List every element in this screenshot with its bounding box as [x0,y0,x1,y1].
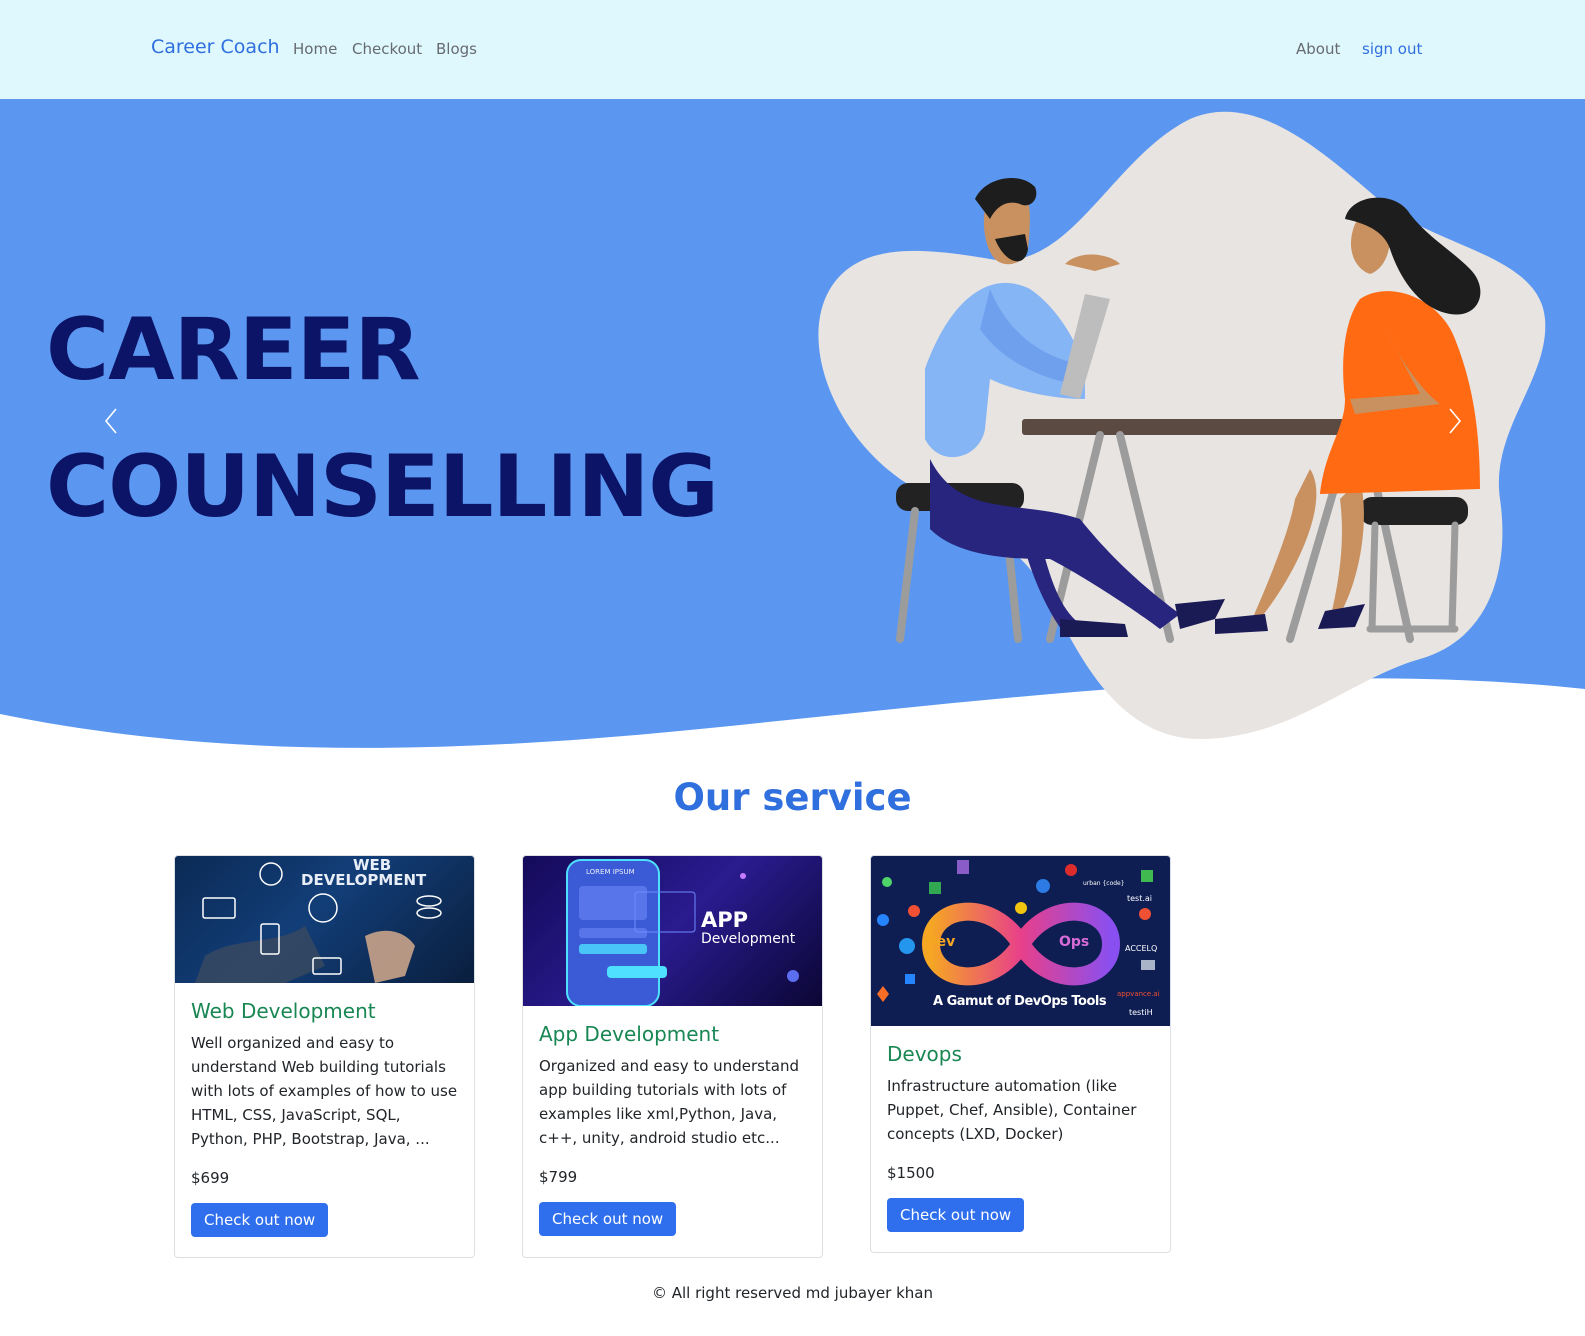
brand-link[interactable]: Career Coach [151,36,280,58]
sign-out-link[interactable]: sign out [1362,40,1422,58]
devops-image-label-7: appvance.ai [1117,990,1160,998]
carousel-next-button[interactable] [1448,407,1478,447]
carousel-prev-button[interactable] [104,407,134,447]
devops-image-label-2: Ops [1059,934,1090,950]
card-title: App Development [539,1022,720,1046]
card-price: $799 [539,1168,578,1186]
chevron-left-icon [104,408,117,434]
devops-image-label-8: testiH [1129,1008,1153,1017]
navbar: Career Coach Home Checkout Blogs About s… [0,0,1585,99]
service-card-app: LOREM IPSUM APP Development App Developm… [522,855,823,1258]
devops-image-label-5: ACCELQ [1125,944,1158,953]
devops-image-label-1: Dev [925,934,956,950]
hero-title-line-1: CAREER [46,300,421,400]
devops-image-label-3: A Gamut of DevOps Tools [933,994,1107,1009]
devops-image: Dev Ops A Gamut of DevOps Tools test.ai … [871,856,1170,1026]
check-out-button[interactable]: Check out now [191,1203,329,1237]
app-development-image: LOREM IPSUM APP Development [523,856,822,1006]
card-price: $699 [191,1169,230,1187]
devops-image-label-6: urban {code} [1083,880,1125,887]
card-title: Web Development [191,999,376,1023]
app-image-label-1: APP [701,908,749,932]
app-image-label-3: LOREM IPSUM [586,868,635,876]
chevron-right-icon [1449,408,1462,434]
card-description: Organized and easy to understand app bui… [539,1057,800,1147]
hero-illustration [0,99,1585,748]
card-description: Well organized and easy to understand We… [191,1034,458,1148]
web-development-image: WEB DEVELOPMENT [175,856,474,983]
check-out-button[interactable]: Check out now [887,1198,1025,1232]
hero-title-line-2: COUNSELLING [46,437,719,537]
web-image-label-2: DEVELOPMENT [301,871,427,889]
card-description: Infrastructure automation (like Puppet, … [887,1077,1137,1143]
app-image-label-2: Development [701,931,796,947]
nav-link-checkout[interactable]: Checkout [352,40,422,58]
services-title: Our service [673,776,912,819]
service-card-devops: Dev Ops A Gamut of DevOps Tools test.ai … [870,855,1171,1253]
check-out-button[interactable]: Check out now [539,1202,677,1236]
card-price: $1500 [887,1164,935,1182]
nav-link-blogs[interactable]: Blogs [436,40,477,58]
woman-stool [1360,497,1468,525]
hero-carousel: CAREER COUNSELLING [0,99,1585,759]
card-title: Devops [887,1042,962,1066]
service-card-web: WEB DEVELOPMENT Web Development Well org… [174,855,475,1258]
nav-link-about[interactable]: About [1296,40,1340,58]
footer-copyright: © All right reserved md jubayer khan [651,1284,934,1302]
devops-image-label-4: test.ai [1127,894,1153,903]
nav-link-home[interactable]: Home [293,40,337,58]
